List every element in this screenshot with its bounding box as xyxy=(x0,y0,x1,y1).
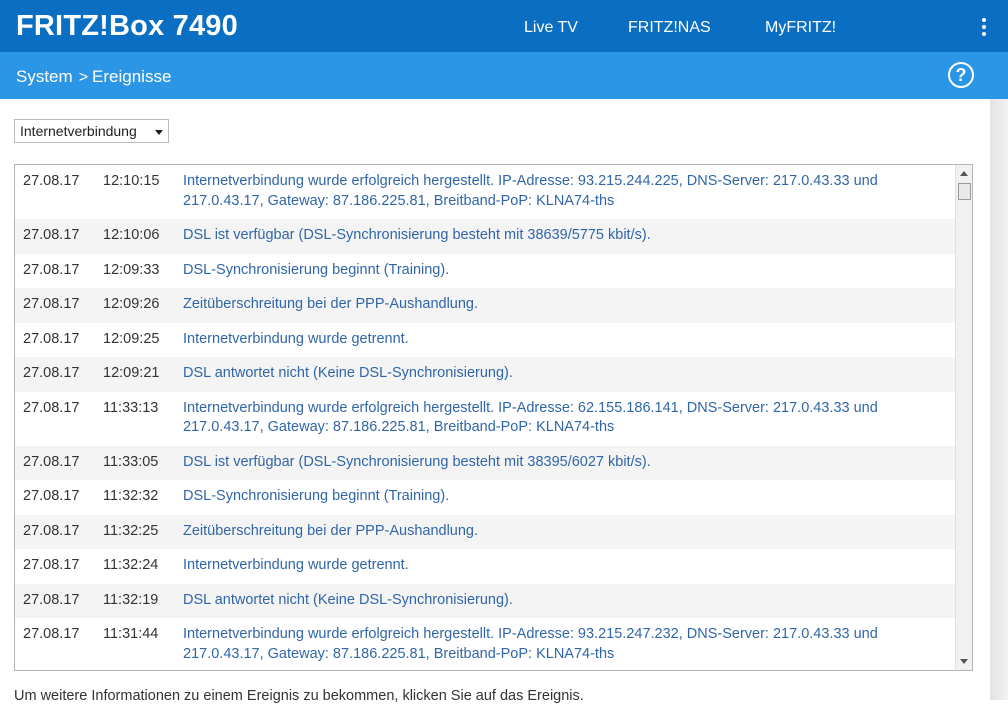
event-time: 12:09:25 xyxy=(103,330,160,347)
event-row[interactable]: 27.08.17 12:09:21 DSL antwortet nicht (Kei… xyxy=(15,357,956,392)
event-message: DSL ist verfügbar (DSL-Synchronisierung … xyxy=(183,227,651,243)
event-message: Internetverbindung wurde getrennt. xyxy=(183,330,409,347)
event-rows: 27.08.17 12:10:15 Internetverbindung wurde… xyxy=(15,165,956,670)
event-row[interactable]: 27.08.17 12:09:25 Internetverbindung wurde… xyxy=(15,323,956,358)
event-time: 11:32:19 xyxy=(103,591,159,608)
scroll-thumb[interactable] xyxy=(958,183,971,200)
kebab-menu-icon[interactable] xyxy=(980,18,988,38)
event-time: 12:10:06 xyxy=(103,227,160,243)
chevron-right-icon: > xyxy=(78,69,89,86)
top-header-bar: FRITZ!Box 7490 Live TV FRITZ!NAS MyFRITZ… xyxy=(0,0,990,52)
nav-live-tv[interactable]: Live TV xyxy=(524,19,578,37)
brand-title: FRITZ!Box 7490 xyxy=(16,10,238,42)
event-date: 27.08.17 xyxy=(23,591,80,608)
event-date: 27.08.17 xyxy=(23,626,80,642)
event-row[interactable]: 27.08.17 11:33:13 Internetverbindung wurde… xyxy=(15,392,956,446)
breadcrumb-bar: System > Ereignisse xyxy=(0,52,990,99)
event-date: 27.08.17 xyxy=(23,173,80,189)
event-date: 27.08.17 xyxy=(23,488,80,504)
breadcrumb-system[interactable]: System xyxy=(16,67,73,86)
event-message: Internetverbindung wurde getrennt. xyxy=(183,557,409,573)
event-row[interactable]: 27.08.17 11:32:32 DSL-Synchronisierung beg… xyxy=(15,480,956,515)
dropdown-arrow-icon xyxy=(155,130,163,135)
event-message: DSL ist verfügbar (DSL-Synchronisierung … xyxy=(183,453,651,470)
event-row[interactable]: 27.08.17 11:32:24 Internetverbindung wurde… xyxy=(15,549,956,584)
event-row[interactable]: 27.08.17 12:09:33 DSL-Synchronisierung beg… xyxy=(15,254,956,289)
event-row[interactable]: 27.08.17 12:10:06 DSL ist verfügbar (DSL-S… xyxy=(15,219,956,254)
window-edge xyxy=(990,0,1008,700)
event-time: 11:32:25 xyxy=(103,522,159,539)
event-time: 12:09:33 xyxy=(103,261,160,278)
footer-hint: Um weitere Informationen zu einem Ereign… xyxy=(14,688,584,704)
event-date: 27.08.17 xyxy=(23,453,80,470)
event-message: Internetverbindung wurde erfolgreich her… xyxy=(183,399,878,436)
event-time: 11:32:32 xyxy=(103,488,159,504)
event-time: 12:10:15 xyxy=(103,173,160,189)
breadcrumb: System > Ereignisse xyxy=(16,67,171,87)
event-date: 27.08.17 xyxy=(23,261,80,278)
breadcrumb-current-page: Ereignisse xyxy=(92,67,172,86)
event-date: 27.08.17 xyxy=(23,557,80,573)
event-date: 27.08.17 xyxy=(23,522,80,539)
scroll-down-arrow-icon[interactable] xyxy=(960,659,968,664)
event-message: DSL antwortet nicht (Keine DSL-Synchroni… xyxy=(183,365,513,381)
nav-myfritz[interactable]: MyFRITZ! xyxy=(765,19,836,37)
select-value: Internetverbindung xyxy=(20,123,137,139)
event-log-list[interactable]: 27.08.17 12:10:15 Internetverbindung wurde… xyxy=(14,164,973,671)
event-row[interactable]: 27.08.17 11:32:25 Zeitüberschreitung bei d… xyxy=(15,514,956,549)
event-message: Internetverbindung wurde erfolgreich her… xyxy=(183,626,878,662)
event-row[interactable]: 27.08.17 12:09:26 Zeitüberschreitung bei d… xyxy=(15,288,956,323)
scrollbar[interactable] xyxy=(955,165,972,670)
event-message: DSL-Synchronisierung beginnt (Training). xyxy=(183,261,450,278)
event-time: 11:33:13 xyxy=(103,399,159,416)
event-date: 27.08.17 xyxy=(23,227,80,243)
event-date: 27.08.17 xyxy=(23,399,80,416)
event-date: 27.08.17 xyxy=(23,365,80,381)
event-message: Zeitüberschreitung bei der PPP-Aushandlu… xyxy=(183,522,479,539)
scroll-up-arrow-icon[interactable] xyxy=(960,171,968,176)
event-category-select[interactable]: Internetverbindung xyxy=(14,119,169,143)
event-row[interactable]: 27.08.17 11:32:19 DSL antwortet nicht (Kei… xyxy=(15,583,956,618)
event-date: 27.08.17 xyxy=(23,330,80,347)
help-circle-icon[interactable]: ? xyxy=(948,62,974,88)
event-time: 12:09:21 xyxy=(103,365,160,381)
event-time: 11:32:24 xyxy=(103,557,159,573)
event-row[interactable]: 27.08.17 12:10:15 Internetverbindung wurde… xyxy=(15,165,956,219)
event-time: 11:31:44 xyxy=(103,626,159,642)
event-message: DSL-Synchronisierung beginnt (Training). xyxy=(183,488,450,504)
event-row[interactable]: 27.08.17 11:33:05 DSL ist verfügbar (DSL-S… xyxy=(15,445,956,480)
event-row[interactable]: 27.08.17 11:31:44 Internetverbindung wurde… xyxy=(15,618,956,670)
event-time: 12:09:26 xyxy=(103,296,160,312)
event-message: Internetverbindung wurde erfolgreich her… xyxy=(183,173,878,209)
event-message: DSL antwortet nicht (Keine DSL-Synchroni… xyxy=(183,591,513,608)
nav-fritz-nas[interactable]: FRITZ!NAS xyxy=(628,19,711,37)
event-date: 27.08.17 xyxy=(23,296,80,312)
event-message: Zeitüberschreitung bei der PPP-Aushandlu… xyxy=(183,296,479,312)
event-time: 11:33:05 xyxy=(103,453,159,470)
